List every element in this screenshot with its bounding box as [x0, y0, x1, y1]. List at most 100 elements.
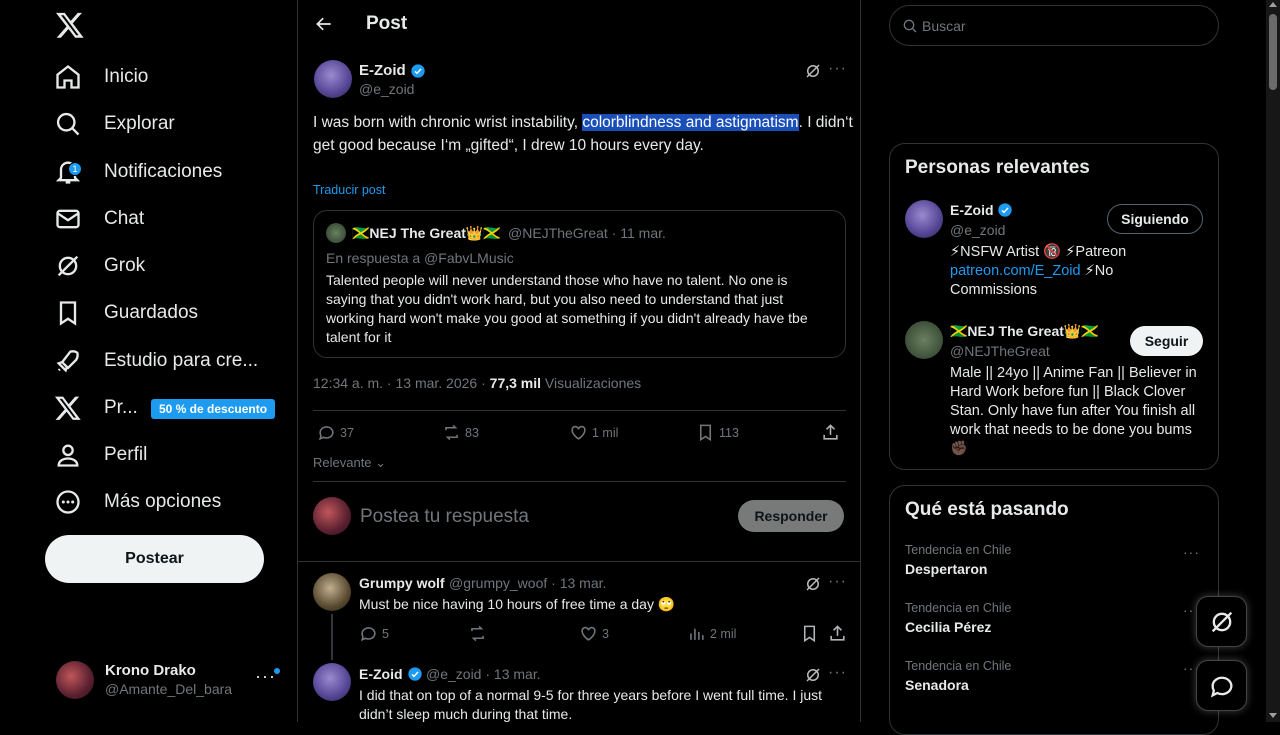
person-handle[interactable]: @NEJTheGreat [950, 343, 1050, 359]
grok-icon[interactable] [804, 666, 822, 684]
grok-icon[interactable] [804, 575, 822, 593]
person-handle[interactable]: @e_zoid [950, 222, 1005, 238]
nav-home[interactable]: Inicio [54, 55, 148, 99]
trend-category: Tendencia en Chile [905, 659, 1012, 673]
bookmark-icon [803, 625, 816, 643]
post-author-avatar[interactable] [314, 60, 352, 98]
nav-creator-studio[interactable]: Estudio para cre... [54, 339, 258, 383]
post-more-icon[interactable]: ··· [828, 60, 847, 78]
avatar[interactable] [905, 200, 943, 238]
nav-premium[interactable]: Pr... [54, 386, 138, 430]
reply-author-meta[interactable]: @e_zoid · 13 mar. [426, 666, 541, 682]
bio-line: patreon.com/E_Zoid ⚡No [950, 262, 1205, 281]
premium-discount-badge[interactable]: 50 % de descuento [151, 399, 276, 419]
bookmark-action[interactable]: 113 [696, 423, 739, 442]
person-name[interactable]: E-Zoid [950, 202, 1013, 218]
nav-explore[interactable]: Explorar [54, 102, 175, 146]
post-actions: 37 83 1 mil 113 [313, 420, 846, 446]
quote-reply-to: En respuesta a @FabvLMusic [326, 250, 514, 266]
nav-profile[interactable]: Perfil [54, 433, 147, 477]
bookmark-icon [699, 424, 712, 442]
nav-label: Pr... [104, 397, 138, 418]
avatar[interactable] [905, 321, 943, 359]
repost-action[interactable]: 83 [442, 423, 479, 442]
scroll-thumb[interactable] [1269, 14, 1277, 90]
nav-label: Más opciones [104, 491, 222, 512]
bookmark-action[interactable] [800, 624, 819, 643]
post-views-label: Visualizaciones [541, 375, 642, 391]
reply-more-icon[interactable]: ··· [828, 573, 847, 591]
reply-action[interactable]: 37 [317, 423, 354, 442]
reply-button[interactable]: Responder [738, 500, 844, 532]
grok-icon[interactable] [804, 62, 822, 80]
reply-author-meta[interactable]: @grumpy_woof · 13 mar. [449, 575, 606, 591]
post-author-handle[interactable]: @e_zoid [359, 81, 414, 97]
reply-icon [360, 627, 376, 642]
search-icon [903, 19, 917, 33]
post-button[interactable]: Postear [45, 535, 264, 583]
repost-action[interactable] [468, 624, 487, 643]
bio-link[interactable]: patreon.com/E_Zoid [950, 263, 1081, 279]
quote-author-name: 🇯🇲NEJ The Great👑🇯🇲 [352, 225, 501, 241]
account-switcher[interactable]: Krono Drako @Amante_Del_bara ··· [56, 660, 286, 700]
like-action[interactable]: 3 [579, 624, 609, 643]
nav-notifications[interactable]: 1 Notificaciones [54, 150, 222, 194]
chevron-down-icon: ⌄ [371, 455, 387, 470]
verified-badge-icon [410, 63, 425, 78]
verified-badge-icon [407, 667, 422, 681]
reply-composer-avatar [313, 497, 351, 535]
mail-icon [56, 209, 80, 229]
trends-card: Qué está pasando Tendencia en Chile Desp… [889, 485, 1219, 735]
translate-post-link[interactable]: Traducir post [313, 183, 385, 197]
nav-label: Explorar [104, 113, 175, 134]
back-arrow-icon[interactable] [314, 14, 334, 34]
quoted-post[interactable]: 🇯🇲NEJ The Great👑🇯🇲 @NEJTheGreat · 11 mar… [313, 210, 846, 358]
scroll-down-icon[interactable] [1269, 713, 1277, 718]
sort-replies-dropdown[interactable]: Relevante ⌄ [313, 455, 386, 471]
following-button[interactable]: Siguiendo [1107, 204, 1203, 234]
verified-badge-icon [997, 203, 1012, 217]
avatar[interactable] [313, 573, 351, 611]
share-action[interactable] [821, 423, 840, 442]
nav-bookmarks[interactable]: Guardados [54, 291, 198, 335]
search-icon [56, 112, 80, 136]
account-more-icon[interactable]: ··· [255, 666, 276, 687]
nav-chat[interactable]: Chat [54, 197, 144, 241]
trend-more-icon[interactable]: ··· [1183, 544, 1200, 560]
like-count: 1 mil [592, 425, 619, 440]
follow-button[interactable]: Seguir [1130, 326, 1203, 356]
trend-name[interactable]: Despertaron [905, 561, 987, 577]
relevant-people-card: Personas relevantes E-Zoid @e_zoid Sigui… [889, 143, 1219, 470]
nav-label: Grok [104, 255, 146, 276]
reply-author-name[interactable]: Grumpy wolf [359, 575, 445, 591]
reply-input[interactable]: Postea tu respuesta [360, 506, 529, 528]
thread-line [331, 614, 333, 660]
share-icon [830, 625, 845, 641]
nav-label: Guardados [104, 302, 199, 323]
like-action[interactable]: 1 mil [569, 423, 618, 442]
card-title: Personas relevantes [905, 157, 1090, 178]
post-text: I was born with chronic wrist instabilit… [313, 111, 853, 157]
reply-action[interactable]: 5 [359, 624, 389, 643]
scrollbar[interactable] [1266, 0, 1280, 722]
person-name[interactable]: 🇯🇲NEJ The Great👑🇯🇲 [950, 323, 1099, 340]
trend-name[interactable]: Cecilia Pérez [905, 619, 991, 635]
account-names: Krono Drako @Amante_Del_bara [105, 661, 232, 699]
grok-floating-button[interactable] [1196, 596, 1247, 647]
x-logo-icon[interactable] [55, 10, 85, 40]
chat-floating-button[interactable] [1196, 660, 1247, 711]
post-author-name[interactable]: E-Zoid [359, 62, 426, 79]
search-input[interactable]: Buscar [889, 5, 1219, 46]
nav-more-options[interactable]: Más opciones [54, 480, 221, 524]
nav-grok[interactable]: Grok [54, 244, 145, 288]
reply-text: Must be nice having 10 hours of free tim… [359, 596, 676, 612]
person-icon [57, 444, 79, 467]
page-title: Post [366, 13, 408, 34]
reply-author-name[interactable]: E-Zoid [359, 666, 423, 682]
share-action[interactable] [828, 624, 847, 643]
avatar[interactable] [313, 663, 351, 701]
views-action[interactable]: 2 mil [687, 624, 736, 643]
reply-more-icon[interactable]: ··· [828, 664, 847, 682]
trend-name[interactable]: Senadora [905, 677, 969, 693]
scroll-up-icon[interactable] [1269, 2, 1277, 7]
